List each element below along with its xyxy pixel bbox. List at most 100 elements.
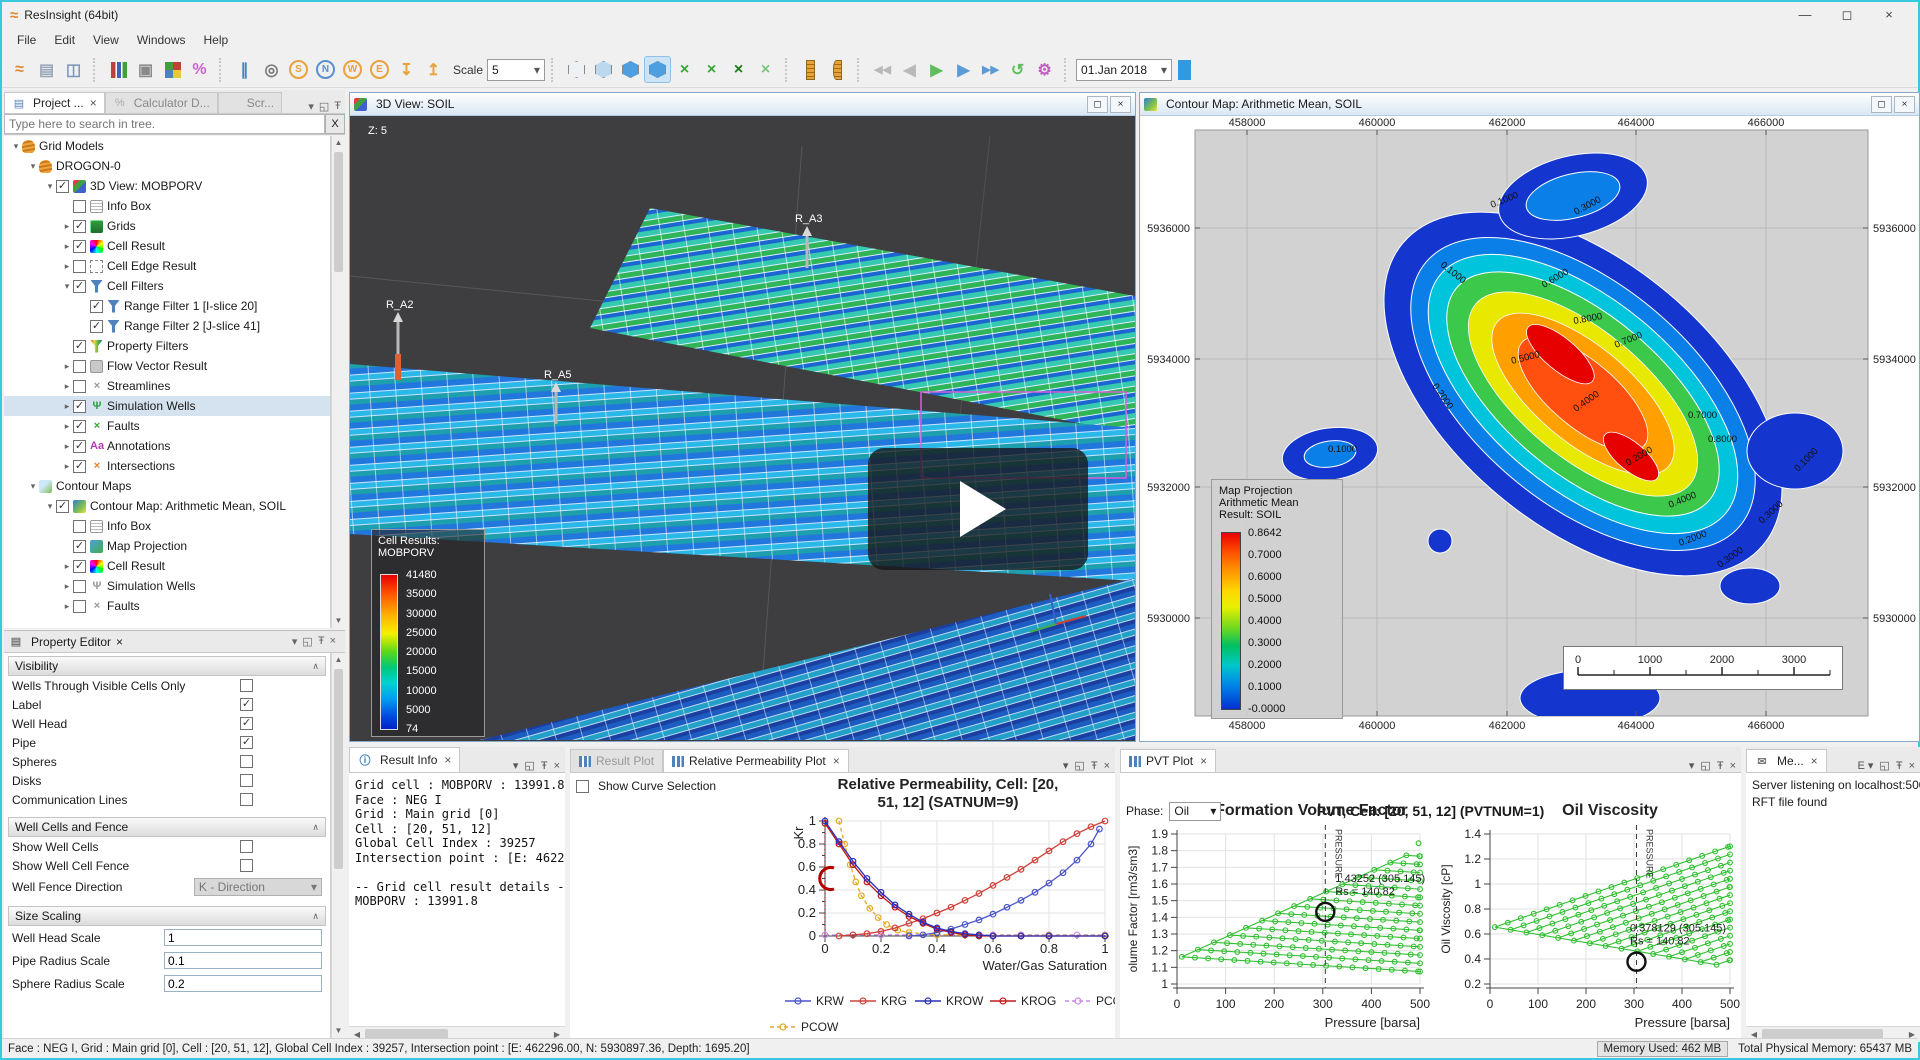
pe-input[interactable] <box>164 952 322 969</box>
dock-menu-icon[interactable]: ▾ <box>308 100 314 113</box>
tab-list-dropdown[interactable]: E ▾ <box>1858 759 1874 772</box>
tree-search-input[interactable] <box>4 114 325 134</box>
show-cube-top-button[interactable] <box>590 56 617 83</box>
tab-result-plot[interactable]: Result Plot <box>570 749 663 772</box>
ri-float-icon[interactable]: ◱ <box>524 759 534 772</box>
tree-item-grids[interactable]: ▸✓Grids <box>4 216 330 236</box>
pe-float-icon[interactable]: ◱ <box>302 635 312 648</box>
tree-checkbox[interactable] <box>73 580 86 593</box>
anim-step-forward-button[interactable]: ▶ <box>950 56 977 83</box>
minimize-button[interactable]: — <box>1784 7 1826 23</box>
tree-checkbox[interactable]: ✓ <box>73 240 86 253</box>
import-case-button[interactable]: ▤ <box>33 56 60 83</box>
faults-show-button[interactable]: × <box>671 56 698 83</box>
pe-menu-icon[interactable]: ▾ <box>292 635 298 648</box>
tree-item-faults[interactable]: ▸✓×Faults <box>4 416 330 436</box>
tree-item-range-filter-1-i-slice-20-[interactable]: ✓Range Filter 1 [I-slice 20] <box>4 296 330 316</box>
expand-arrow-icon[interactable]: ▸ <box>61 601 73 612</box>
ri-close-icon[interactable]: × <box>554 760 560 772</box>
tree-item-info-box[interactable]: Info Box <box>4 516 330 536</box>
expand-arrow-icon[interactable]: ▸ <box>61 461 73 472</box>
tree-checkbox[interactable]: ✓ <box>73 460 86 473</box>
tree-item-property-filters[interactable]: ✓Property Filters <box>4 336 330 356</box>
tree-item-3d-view-mobporv[interactable]: ▾✓3D View: MOBPORV <box>4 176 330 196</box>
pe-section-well-cells-and-fence[interactable]: Well Cells and Fence∧ <box>8 817 326 837</box>
tree-item-info-box[interactable]: Info Box <box>4 196 330 216</box>
show-cube-solid-button[interactable] <box>617 56 644 83</box>
tree-item-annotations[interactable]: ▸✓AaAnnotations <box>4 436 330 456</box>
ri-pin-icon[interactable]: Ŧ <box>541 760 548 772</box>
timestep-select[interactable]: 01.Jan 2018▾ <box>1076 59 1172 81</box>
msg-close-icon[interactable]: × <box>1909 760 1915 772</box>
save-project-button[interactable]: ◫ <box>60 56 87 83</box>
anim-repeat-button[interactable]: ↺ <box>1004 56 1031 83</box>
tree-item-flow-vector-result[interactable]: ▸Flow Vector Result <box>4 356 330 376</box>
dock-float-icon[interactable]: ◱ <box>319 100 329 113</box>
tree-checkbox[interactable]: ✓ <box>56 500 69 513</box>
view-east-button[interactable]: E <box>366 56 393 83</box>
plot-manager-button[interactable] <box>159 56 186 83</box>
rp-menu-icon[interactable]: ▾ <box>1063 759 1069 772</box>
anim-play-button[interactable]: ▶ <box>923 56 950 83</box>
view-south-button[interactable]: S <box>285 56 312 83</box>
tree-item-faults[interactable]: ▸×Faults <box>4 596 330 616</box>
anim-settings-button[interactable]: ⚙ <box>1031 56 1058 83</box>
tab-result-info[interactable]: ⓘ Result Info× <box>349 747 460 772</box>
pe-input[interactable] <box>164 975 322 992</box>
pe-checkbox[interactable] <box>240 679 253 692</box>
tree-item-contour-maps[interactable]: ▾Contour Maps <box>4 476 330 496</box>
tree-checkbox[interactable] <box>73 260 86 273</box>
pe-section-size-scaling[interactable]: Size Scaling∧ <box>8 906 326 926</box>
tree-checkbox[interactable]: ✓ <box>73 340 86 353</box>
collapse-icon[interactable]: ∧ <box>312 661 319 672</box>
pe-checkbox[interactable] <box>240 774 253 787</box>
pe-checkbox[interactable]: ✓ <box>240 698 253 711</box>
expand-arrow-icon[interactable]: ▸ <box>61 401 73 412</box>
phase-select[interactable]: Oil▾ <box>1169 802 1221 821</box>
collapse-icon[interactable]: ∧ <box>312 911 319 922</box>
menu-file[interactable]: File <box>8 30 45 50</box>
tree-checkbox[interactable] <box>73 360 86 373</box>
menu-view[interactable]: View <box>84 30 128 50</box>
expand-arrow-icon[interactable]: ▸ <box>61 421 73 432</box>
tree-checkbox[interactable]: ✓ <box>73 400 86 413</box>
pvt-pin-icon[interactable]: Ŧ <box>1717 760 1724 772</box>
pe-checkbox[interactable] <box>240 859 253 872</box>
tree-checkbox[interactable]: ✓ <box>73 540 86 553</box>
split-view-button[interactable]: ∥ <box>231 56 258 83</box>
msg-pin-icon[interactable]: Ŧ <box>1896 760 1903 772</box>
tree-checkbox[interactable]: ✓ <box>73 440 86 453</box>
tree-item-map-projection[interactable]: ✓Map Projection <box>4 536 330 556</box>
tree-checkbox[interactable]: ✓ <box>90 320 103 333</box>
pvt-float-icon[interactable]: ◱ <box>1700 759 1710 772</box>
dock-tab-0[interactable]: ▤Project ...× <box>4 92 105 113</box>
show-cube-filtered-button[interactable] <box>644 56 671 83</box>
tree-item-intersections[interactable]: ▸✓×Intersections <box>4 456 330 476</box>
tab-relative-permeability-plot[interactable]: Relative Permeability Plot× <box>663 749 849 772</box>
snap-down-button[interactable]: ↧ <box>393 56 420 83</box>
ruler-vertical-button[interactable] <box>797 56 824 83</box>
expand-arrow-icon[interactable]: ▸ <box>61 241 73 252</box>
zoom-all-button[interactable]: ◎ <box>258 56 285 83</box>
anim-skip-to-start-button[interactable]: ◀◀ <box>869 56 896 83</box>
view-north-button[interactable]: N <box>312 56 339 83</box>
view-west-button[interactable]: W <box>339 56 366 83</box>
tree-item-drogon-0[interactable]: ▾DROGON-0 <box>4 156 330 176</box>
rp-close-icon[interactable]: × <box>1104 760 1110 772</box>
faults-lines-button[interactable]: × <box>752 56 779 83</box>
tree-item-cell-result[interactable]: ▸✓Cell Result <box>4 556 330 576</box>
map-restore-button[interactable]: ◻ <box>1871 96 1892 113</box>
dock-pin-icon[interactable]: Ŧ <box>334 100 341 113</box>
pe-input[interactable] <box>164 929 322 946</box>
expand-arrow-icon[interactable]: ▾ <box>27 161 39 172</box>
view3d-restore-button[interactable]: ◻ <box>1087 96 1108 113</box>
collapse-icon[interactable]: ∧ <box>312 822 319 833</box>
expand-arrow-icon[interactable]: ▾ <box>10 141 22 152</box>
tab-messages[interactable]: ✉ Me...× <box>1746 749 1827 772</box>
tree-item-grid-models[interactable]: ▾Grid Models <box>4 136 330 156</box>
pvt-close-icon[interactable]: × <box>1730 760 1736 772</box>
pe-close-icon[interactable]: × <box>330 635 336 648</box>
pe-checkbox[interactable] <box>240 840 253 853</box>
expand-arrow-icon[interactable]: ▸ <box>61 261 73 272</box>
pe-checkbox[interactable]: ✓ <box>240 717 253 730</box>
